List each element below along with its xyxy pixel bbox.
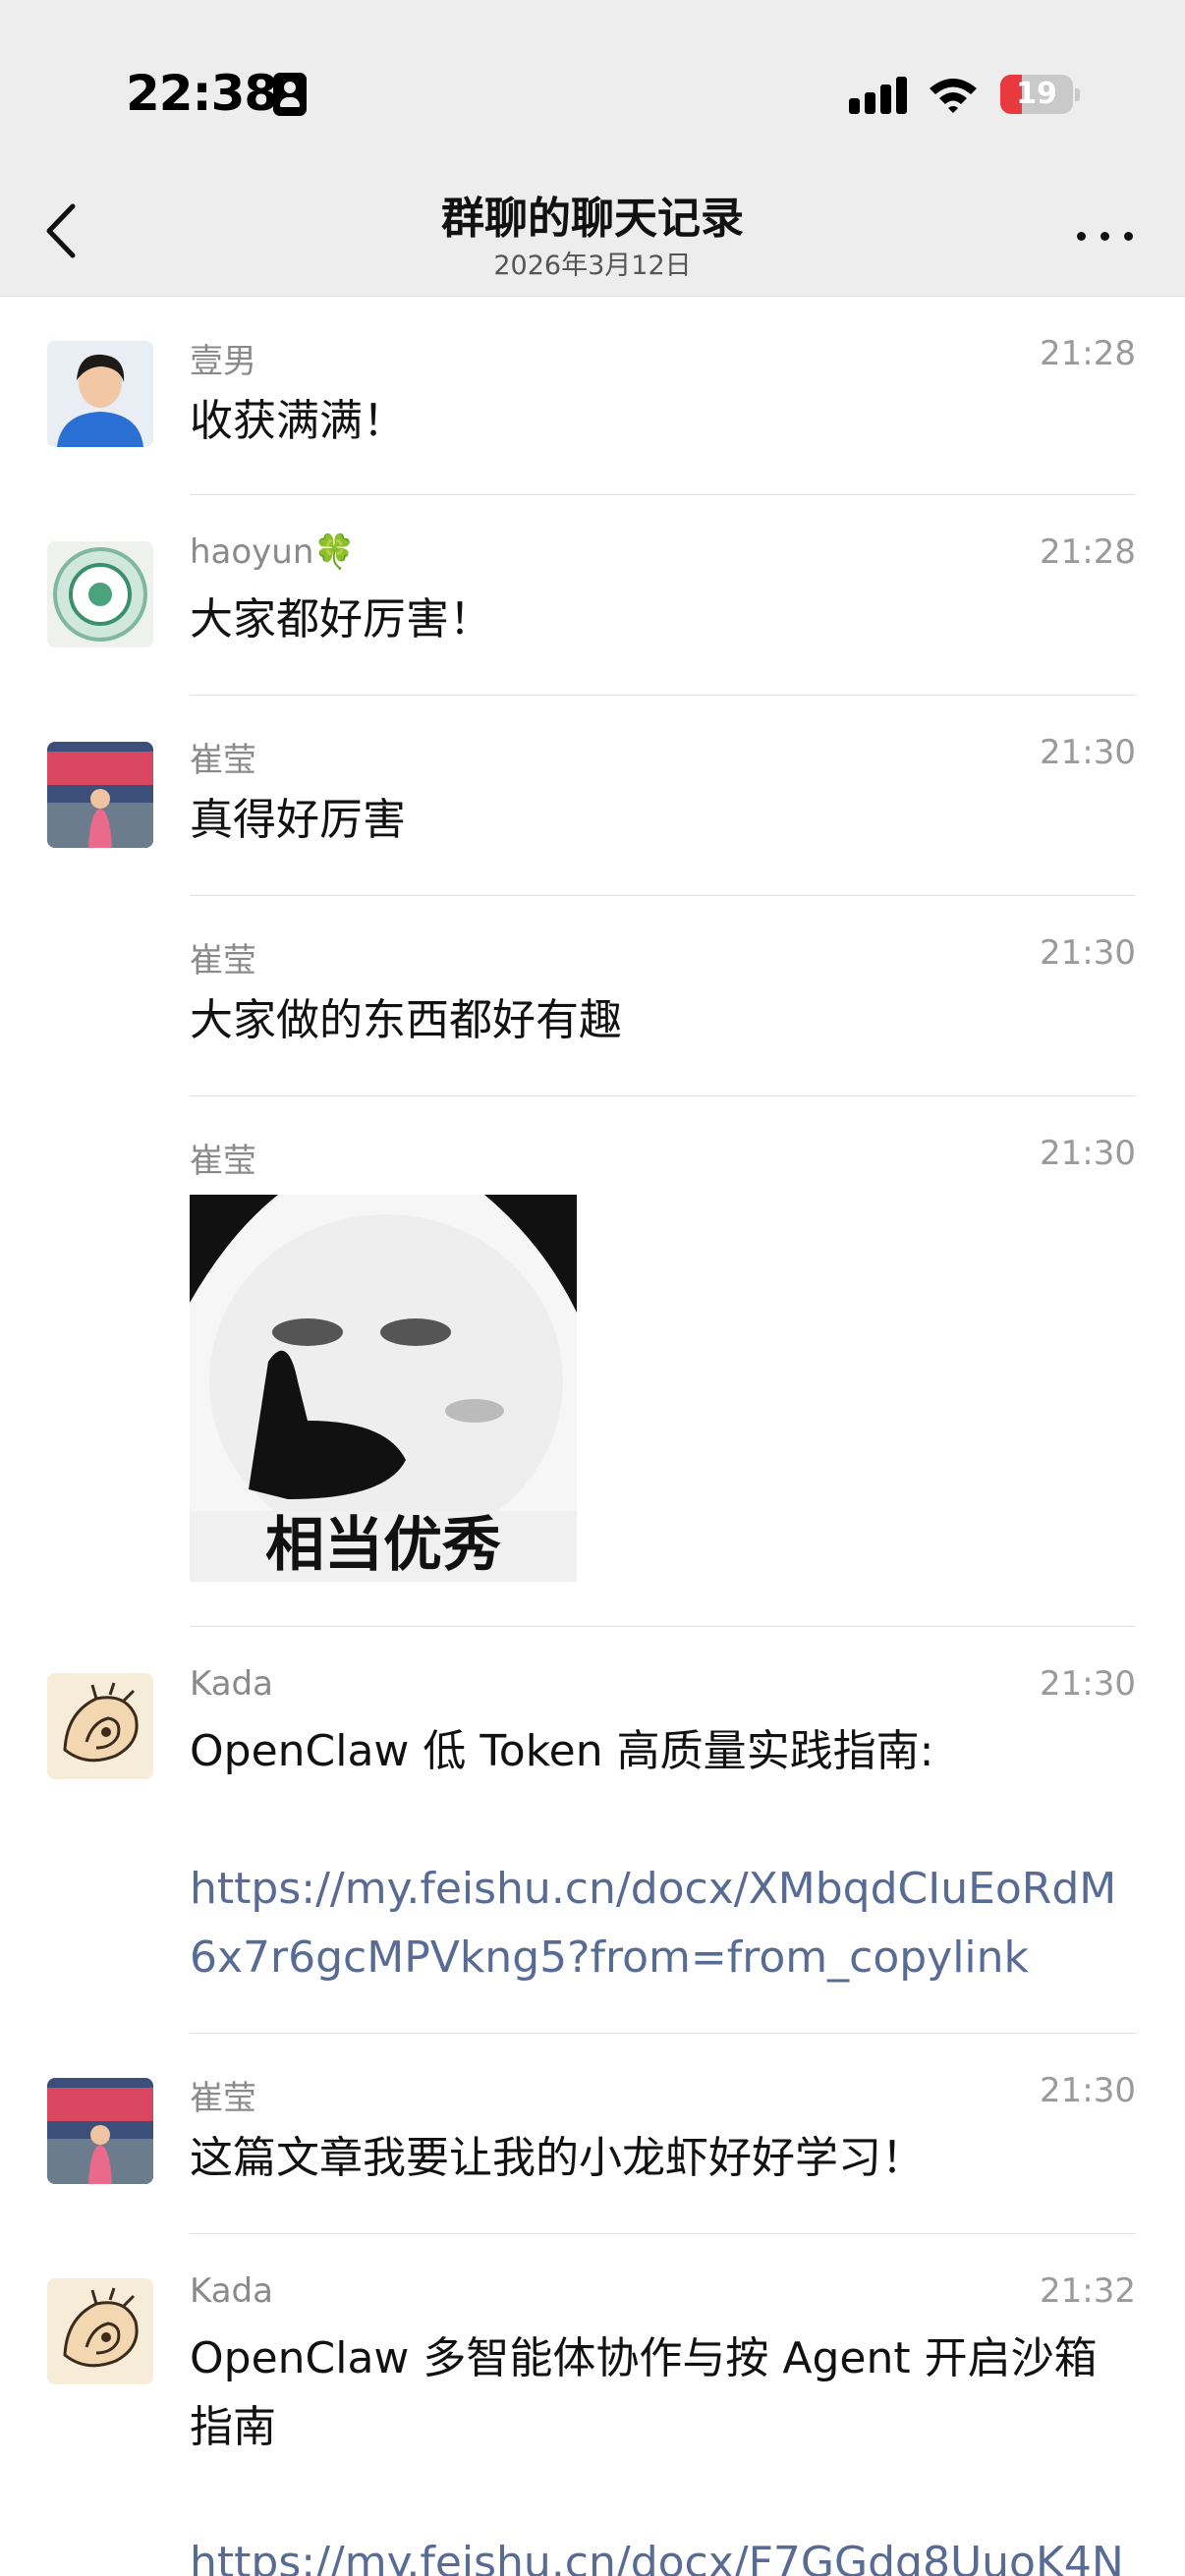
message-text: 大家做的东西都好有趣 [190, 995, 622, 1045]
sender-name: 壹男 [190, 342, 256, 381]
sticker-image[interactable]: 相当优秀 [190, 1195, 577, 1582]
status-bar: 22:38 19 [0, 0, 1185, 167]
message-link[interactable]: https://my.feishu.cn/docx/XMbqdCIuEoRdM6… [190, 1855, 1133, 1992]
message-text: 这篇文章我要让我的小龙虾好好学习！ [190, 2133, 925, 2183]
message-time: 21:30 [1040, 2071, 1136, 2110]
avatar[interactable] [47, 1673, 153, 1779]
avatar[interactable] [47, 2278, 153, 2384]
avatar[interactable] [47, 742, 153, 848]
chat-message: 崔莹 21:30 这篇文章我要让我的小龙虾好好学习！ [0, 2034, 1185, 2234]
chat-message: 崔莹 21:30 大家做的东西都好有趣 [0, 896, 1185, 1096]
page-title: 群聊的聊天记录 [441, 194, 744, 244]
battery-icon: 19 [1000, 75, 1080, 114]
chat-message: haoyun🍀 21:28 大家都好厉害！ [0, 495, 1185, 696]
battery-level: 19 [1016, 77, 1057, 111]
sender-name: Kada [190, 1664, 273, 1704]
message-text: 真得好厉害 [190, 795, 406, 845]
message-time: 21:32 [1040, 2271, 1136, 2311]
chat-message: 崔莹 21:30 真得好厉害 [0, 696, 1185, 896]
sender-name: Kada [190, 2271, 273, 2311]
message-time: 21:30 [1040, 1664, 1136, 1704]
sender-name: 崔莹 [190, 941, 256, 980]
message-time: 21:28 [1040, 334, 1136, 373]
message-link[interactable]: https://my.feishu.cn/docx/F7GGdq8UuoK4N [190, 2529, 1133, 2576]
avatar[interactable] [47, 341, 153, 447]
status-time: 22:38 [126, 65, 278, 122]
avatar[interactable] [47, 541, 153, 647]
sender-name: 崔莹 [190, 741, 256, 780]
avatar[interactable] [47, 2078, 153, 2184]
sender-name: 崔莹 [190, 1142, 256, 1181]
message-text: OpenClaw 低 Token 高质量实践指南: [190, 1726, 934, 1776]
cellular-signal-icon [849, 75, 908, 114]
message-time: 21:30 [1040, 933, 1136, 973]
sticker-caption: 相当优秀 [190, 1511, 577, 1582]
wifi-icon [930, 79, 977, 113]
contact-card-icon [273, 73, 307, 116]
message-text: 大家都好厉害！ [190, 594, 492, 644]
message-time: 21:30 [1040, 1134, 1136, 1173]
chat-message: Kada 21:30 OpenClaw 低 Token 高质量实践指南: htt… [0, 1627, 1185, 2034]
more-options-icon[interactable] [1071, 206, 1140, 265]
navigation-bar: 群聊的聊天记录 2026年3月12日 [0, 167, 1185, 297]
message-time: 21:28 [1040, 532, 1136, 572]
page-subtitle: 2026年3月12日 [493, 251, 692, 281]
chat-message: 崔莹 21:30 相当优秀 [0, 1096, 1185, 1627]
sender-name: 崔莹 [190, 2079, 256, 2118]
message-time: 21:30 [1040, 733, 1136, 772]
message-text: OpenClaw 多智能体协作与按 Agent 开启沙箱指南 [190, 2333, 1098, 2452]
chat-message: 壹男 21:28 收获满满！ [0, 297, 1185, 495]
sender-name: haoyun🍀 [190, 532, 356, 572]
chat-message: Kada 21:32 OpenClaw 多智能体协作与按 Agent 开启沙箱指… [0, 2234, 1185, 2576]
message-text: 收获满满！ [190, 396, 406, 446]
